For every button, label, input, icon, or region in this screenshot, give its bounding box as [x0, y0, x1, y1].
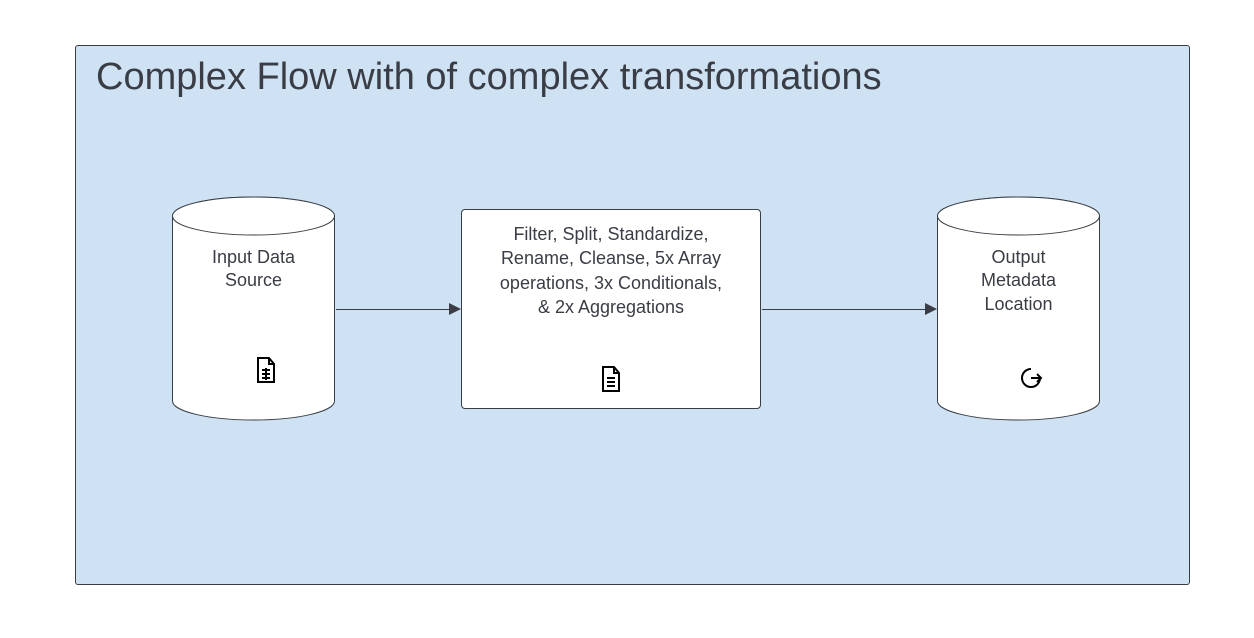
node-label-line: operations, 3x Conditionals,: [500, 271, 722, 295]
node-label-line: Source: [181, 269, 326, 292]
arrow-head-icon: [449, 303, 461, 315]
node-label-line: Location: [946, 293, 1091, 316]
cylinder-shape: [171, 196, 336, 421]
node-label-line: Filter, Split, Standardize,: [500, 222, 722, 246]
node-label: Filter, Split, Standardize, Rename, Clea…: [500, 222, 722, 319]
node-label: Input Data Source: [171, 246, 336, 293]
node-transformations: Filter, Split, Standardize, Rename, Clea…: [461, 209, 761, 409]
document-file-icon: [599, 365, 623, 398]
node-label-line: Metadata: [946, 269, 1091, 292]
node-input-data-source: Input Data Source: [171, 196, 336, 421]
node-label-line: Rename, Cleanse, 5x Array: [500, 246, 722, 270]
diagram-title: Complex Flow with of complex transformat…: [96, 56, 882, 99]
connector-arrow: [336, 309, 451, 310]
connector-arrow: [762, 309, 927, 310]
node-label-line: Output: [946, 246, 1091, 269]
node-label-line: & 2x Aggregations: [500, 295, 722, 319]
node-label-line: Input Data: [181, 246, 326, 269]
node-output-metadata-location: Output Metadata Location: [936, 196, 1101, 421]
node-label: Output Metadata Location: [936, 246, 1101, 316]
diagram-container: Complex Flow with of complex transformat…: [75, 45, 1190, 585]
